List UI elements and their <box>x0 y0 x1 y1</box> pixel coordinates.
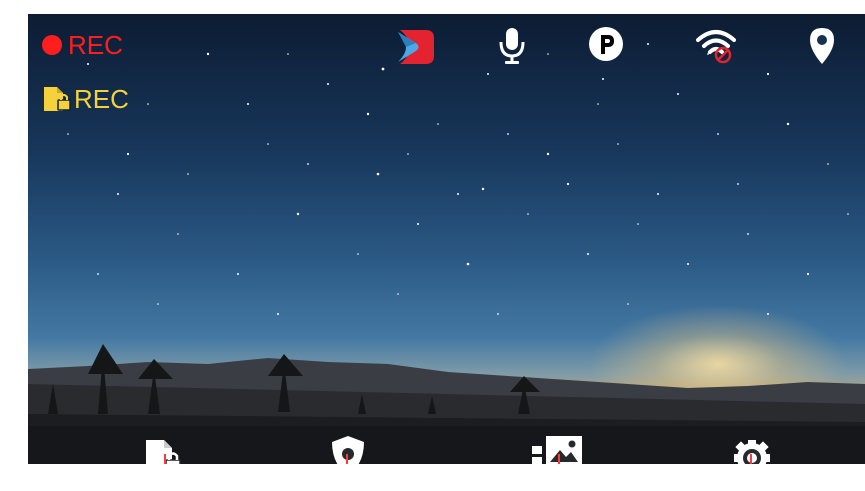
pointer-line <box>750 454 752 464</box>
camera-live-view: REC REC <box>28 14 865 464</box>
gps-location-icon[interactable] <box>808 26 836 66</box>
event-recording-label: REC <box>74 84 129 114</box>
wifi-disabled-icon[interactable] <box>694 26 738 64</box>
settings-icon[interactable] <box>722 430 782 464</box>
event-recording-indicator: REC <box>42 84 129 114</box>
bottom-toolbar <box>28 426 865 464</box>
privacy-shield-icon[interactable] <box>318 430 378 464</box>
microphone-icon[interactable] <box>498 26 526 66</box>
pointer-line <box>558 454 560 464</box>
recording-indicator: REC <box>42 30 123 60</box>
record-dot-icon <box>42 35 62 55</box>
recording-label: REC <box>68 30 123 60</box>
locked-file-icon <box>44 87 71 111</box>
pointer-line <box>346 454 348 464</box>
parking-mode-icon[interactable] <box>588 26 624 62</box>
pointer-line <box>164 454 166 464</box>
app-logo-icon <box>398 30 434 64</box>
